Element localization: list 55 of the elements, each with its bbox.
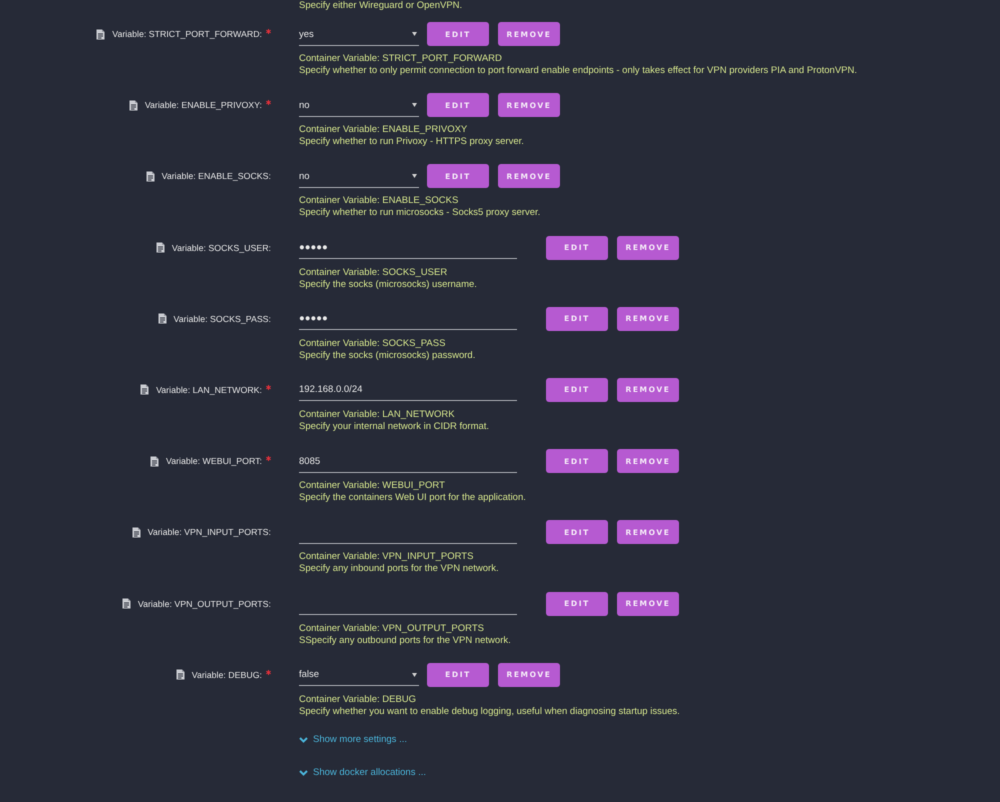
container-variable-note: Container Variable: DEBUG: [299, 694, 416, 706]
input-field[interactable]: 192.168.0.0/24: [299, 379, 517, 402]
variable-description: Specify the socks (microsocks) username.: [299, 278, 477, 291]
variable-label: Variable: SOCKS_PASS:: [174, 314, 271, 324]
input-field[interactable]: ●●●●●: [299, 237, 517, 260]
container-variable-note: Container Variable: VPN_OUTPUT_PORTS: [299, 622, 484, 634]
dropdown[interactable]: no: [299, 166, 419, 188]
variable-label: Variable: WEBUI_PORT:: [166, 456, 262, 466]
container-variable-note: Container Variable: LAN_NETWORK: [299, 408, 455, 421]
variable-label: Variable: SOCKS_USER:: [172, 242, 271, 253]
variable-description: Specify whether to run Privoxy - HTTPS proxy server.: [299, 136, 524, 148]
document-icon: [132, 526, 141, 538]
container-variable-note: Container Variable: STRICT_PORT_FORWARD: [299, 53, 502, 65]
variable-label: Variable: VPN_OUTPUT_PORTS:: [138, 598, 271, 608]
variable-description: SSpecify any outbound ports for the VPN network.: [299, 634, 511, 646]
container-variable-note: Container Variable: SOCKS_USER: [299, 266, 448, 279]
variable-label: Variable: VPN_INPUT_PORTS:: [148, 527, 271, 538]
dropdown[interactable]: yes: [299, 24, 419, 46]
variable-label: Variable: STRICT_PORT_FORWARD:: [112, 29, 262, 39]
expand-link[interactable]: Show more settings ...: [299, 734, 407, 746]
container-variable-note: Container Variable: WEBUI_PORT: [299, 480, 445, 492]
dropdown[interactable]: false: [299, 664, 419, 686]
input-field[interactable]: ●●●●●: [299, 308, 517, 330]
document-icon: [96, 28, 106, 40]
variable-label: Variable: ENABLE_SOCKS:: [162, 171, 271, 182]
variable-description: Specify whether to only permit connection to port forward enable endpoints - only takes effect for VPN providers PIA and ProtonVPN.: [299, 65, 857, 77]
document-icon: [122, 598, 131, 609]
document-icon: [140, 384, 150, 396]
dropdown[interactable]: no: [299, 94, 419, 117]
variable-label: Variable: ENABLE_PRIVOXY:: [144, 100, 262, 110]
caret-icon: [412, 103, 417, 108]
container-variable-note: Container Variable: ENABLE_SOCKS: [299, 195, 458, 208]
help-text: Specify either Wireguard or OpenVPN.: [299, 0, 462, 12]
document-icon: [146, 170, 155, 182]
variable-description: Specify whether to run microsocks - Socks5 proxy server.: [299, 207, 540, 220]
variable-label: Variable: LAN_NETWORK:: [156, 384, 262, 395]
caret-icon: [412, 672, 417, 677]
document-icon: [156, 242, 165, 254]
caret-icon: [412, 174, 417, 178]
variable-label: Variable: DEBUG:: [192, 670, 262, 680]
variable-description: Specify any inbound ports for the VPN network.: [299, 563, 499, 576]
container-variable-note: Container Variable: VPN_INPUT_PORTS: [299, 551, 474, 564]
variable-description: Specify whether you want to enable debug logging, useful when diagnosing startup issues.: [299, 706, 680, 718]
variable-description: Specify the socks (microsocks) password.: [299, 350, 476, 362]
container-variable-note: Container Variable: SOCKS_PASS: [299, 338, 446, 350]
caret-icon: [412, 32, 417, 36]
document-icon: [158, 313, 167, 324]
expand-link[interactable]: Show docker allocations ...: [299, 766, 426, 779]
variable-description: Specify your internal network in CIDR format.: [299, 420, 490, 433]
input-field[interactable]: 8085: [299, 450, 517, 473]
container-variable-note: Container Variable: ENABLE_PRIVOXY: [299, 124, 468, 136]
document-icon: [128, 100, 138, 111]
document-icon: [150, 456, 160, 467]
variable-description: Specify the containers Web UI port for the application.: [299, 492, 526, 504]
document-icon: [176, 669, 185, 680]
